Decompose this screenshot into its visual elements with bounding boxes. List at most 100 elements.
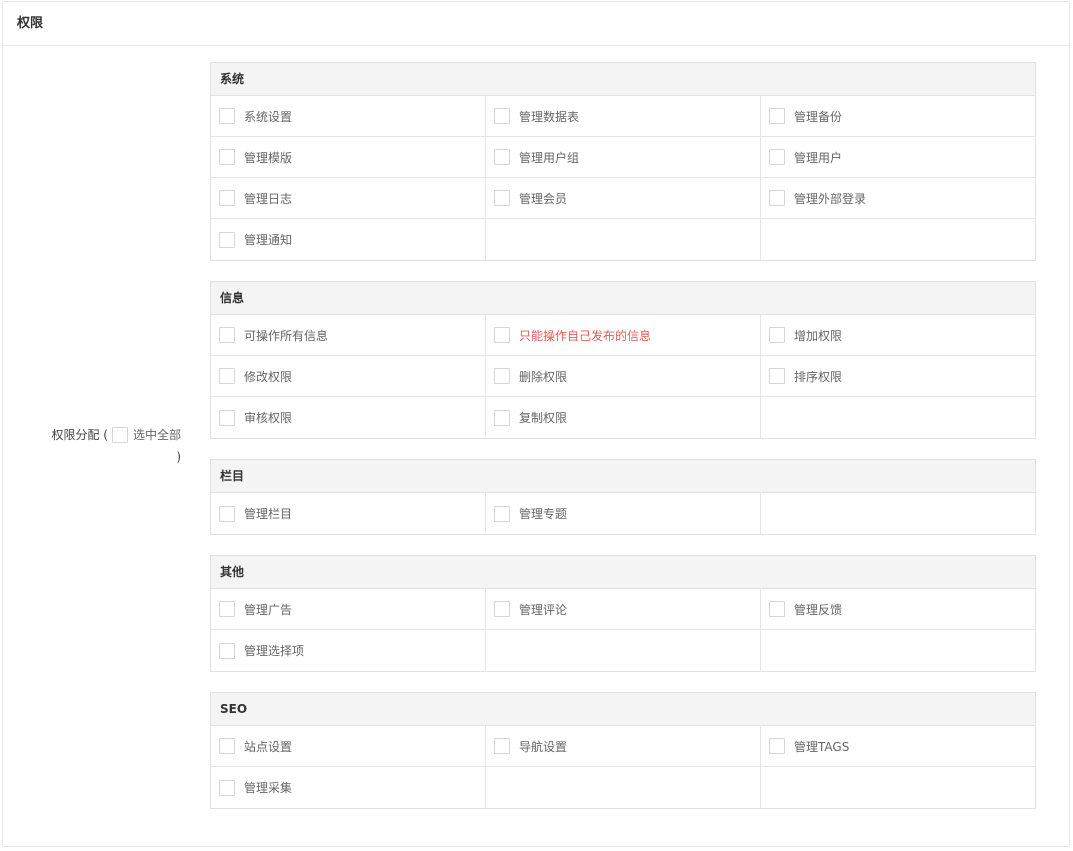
permission-label[interactable]: 导航设置 — [519, 738, 567, 755]
permission-item[interactable]: 复制权限 — [486, 397, 761, 438]
permission-checkbox[interactable] — [494, 190, 510, 206]
empty-cell — [761, 767, 1035, 808]
permission-label[interactable]: 管理广告 — [244, 601, 292, 618]
empty-cell — [761, 219, 1035, 260]
permission-checkbox[interactable] — [219, 149, 235, 165]
permission-checkbox[interactable] — [494, 327, 510, 343]
permission-label[interactable]: 管理用户 — [794, 149, 842, 166]
permission-label[interactable]: 管理会员 — [519, 190, 567, 207]
permission-item[interactable]: 管理选择项 — [211, 630, 486, 671]
select-all-checkbox[interactable] — [111, 427, 128, 443]
assign-label-text: 权限分配 ( — [51, 428, 108, 442]
permission-label[interactable]: 管理栏目 — [244, 505, 292, 522]
permission-checkbox[interactable] — [219, 601, 235, 617]
permission-label[interactable]: 管理TAGS — [794, 738, 849, 755]
permission-label[interactable]: 只能操作自己发布的信息 — [519, 327, 651, 344]
permission-item[interactable]: 管理日志 — [211, 178, 486, 219]
permission-label[interactable]: 排序权限 — [794, 368, 842, 385]
permission-checkbox[interactable] — [494, 108, 510, 124]
permission-checkbox[interactable] — [219, 738, 235, 754]
permission-item[interactable]: 导航设置 — [486, 726, 761, 767]
permission-item[interactable]: 管理通知 — [211, 219, 486, 260]
permission-checkbox[interactable] — [769, 327, 785, 343]
permission-item[interactable]: 管理栏目 — [211, 493, 486, 534]
permission-checkbox[interactable] — [494, 738, 510, 754]
permission-checkbox[interactable] — [219, 642, 235, 659]
permission-checkbox[interactable] — [219, 190, 235, 206]
permission-label[interactable]: 复制权限 — [519, 409, 567, 426]
permission-item[interactable]: 管理TAGS — [761, 726, 1035, 767]
empty-cell — [486, 630, 761, 671]
permission-checkbox[interactable] — [494, 149, 510, 165]
permission-label[interactable]: 管理采集 — [244, 779, 292, 796]
permission-group: SEO 站点设置 导航设置 管理TAGS 管理采集 — [210, 692, 1036, 809]
permission-item[interactable]: 审核权限 — [211, 397, 486, 438]
select-all-label[interactable]: 选中全部 — [133, 424, 181, 446]
permission-checkbox[interactable] — [769, 738, 785, 754]
permission-label[interactable]: 系统设置 — [244, 108, 292, 125]
permission-checkbox[interactable] — [219, 108, 235, 124]
permission-item[interactable]: 管理采集 — [211, 767, 486, 808]
permission-checkbox[interactable] — [219, 779, 235, 796]
permission-checkbox[interactable] — [219, 505, 235, 522]
permission-checkbox[interactable] — [494, 409, 510, 426]
permission-checkbox[interactable] — [494, 368, 510, 384]
permission-label[interactable]: 修改权限 — [244, 368, 292, 385]
permission-grid: 站点设置 导航设置 管理TAGS 管理采集 — [211, 726, 1035, 808]
permission-item[interactable]: 排序权限 — [761, 356, 1035, 397]
permission-label[interactable]: 站点设置 — [244, 738, 292, 755]
permission-label[interactable]: 管理用户组 — [519, 149, 579, 166]
permission-item[interactable]: 管理反馈 — [761, 589, 1035, 630]
permission-item[interactable]: 只能操作自己发布的信息 — [486, 315, 761, 356]
permission-checkbox[interactable] — [769, 368, 785, 384]
permission-item[interactable]: 管理备份 — [761, 96, 1035, 137]
permission-groups: 系统 系统设置 管理数据表 管理备份 管理模版 管理用户组 管理用户 管理日志 管理会员 管理外部… — [210, 62, 1036, 829]
permission-checkbox[interactable] — [769, 108, 785, 124]
permission-checkbox[interactable] — [769, 149, 785, 165]
permission-item[interactable]: 管理用户 — [761, 137, 1035, 178]
assign-close-paren: ) — [176, 450, 181, 464]
permission-checkbox[interactable] — [219, 231, 235, 248]
empty-cell — [761, 493, 1035, 534]
permission-checkbox[interactable] — [769, 190, 785, 206]
permission-label[interactable]: 管理评论 — [519, 601, 567, 618]
permission-item[interactable]: 管理会员 — [486, 178, 761, 219]
permission-label[interactable]: 管理备份 — [794, 108, 842, 125]
permission-label[interactable]: 管理选择项 — [244, 642, 304, 659]
permission-group: 信息 可操作所有信息 只能操作自己发布的信息 增加权限 修改权限 删除权限 排序权限 审核权限… — [210, 281, 1036, 439]
permission-item[interactable]: 站点设置 — [211, 726, 486, 767]
permission-checkbox[interactable] — [219, 368, 235, 384]
permission-checkbox[interactable] — [769, 601, 785, 617]
permission-item[interactable]: 管理外部登录 — [761, 178, 1035, 219]
permission-checkbox[interactable] — [219, 327, 235, 343]
permission-group: 系统 系统设置 管理数据表 管理备份 管理模版 管理用户组 管理用户 管理日志 管理会员 管理外部… — [210, 62, 1036, 261]
permission-checkbox[interactable] — [219, 409, 235, 426]
permission-label[interactable]: 增加权限 — [794, 327, 842, 344]
permission-label[interactable]: 可操作所有信息 — [244, 327, 328, 344]
permission-checkbox[interactable] — [494, 505, 510, 522]
permission-item[interactable]: 管理广告 — [211, 589, 486, 630]
permission-item[interactable]: 管理专题 — [486, 493, 761, 534]
permission-item[interactable]: 删除权限 — [486, 356, 761, 397]
permission-label[interactable]: 管理数据表 — [519, 108, 579, 125]
permission-label[interactable]: 删除权限 — [519, 368, 567, 385]
permission-item[interactable]: 管理模版 — [211, 137, 486, 178]
permission-item[interactable]: 修改权限 — [211, 356, 486, 397]
permission-label[interactable]: 审核权限 — [244, 409, 292, 426]
permission-item[interactable]: 管理评论 — [486, 589, 761, 630]
permission-checkbox[interactable] — [494, 601, 510, 617]
permission-label[interactable]: 管理通知 — [244, 231, 292, 248]
permission-label[interactable]: 管理模版 — [244, 149, 292, 166]
permission-item[interactable]: 可操作所有信息 — [211, 315, 486, 356]
assign-permissions-label: 权限分配 ( 选中全部 ) — [3, 424, 181, 468]
permission-item[interactable]: 增加权限 — [761, 315, 1035, 356]
permission-item[interactable]: 系统设置 — [211, 96, 486, 137]
permission-label[interactable]: 管理反馈 — [794, 601, 842, 618]
permission-item[interactable]: 管理数据表 — [486, 96, 761, 137]
permission-label[interactable]: 管理专题 — [519, 505, 567, 522]
permission-label[interactable]: 管理日志 — [244, 190, 292, 207]
permission-label[interactable]: 管理外部登录 — [794, 190, 866, 207]
permission-grid: 可操作所有信息 只能操作自己发布的信息 增加权限修改权限 删除权限 排序权限审核权限 复制… — [211, 315, 1035, 438]
empty-cell — [486, 219, 761, 260]
permission-item[interactable]: 管理用户组 — [486, 137, 761, 178]
